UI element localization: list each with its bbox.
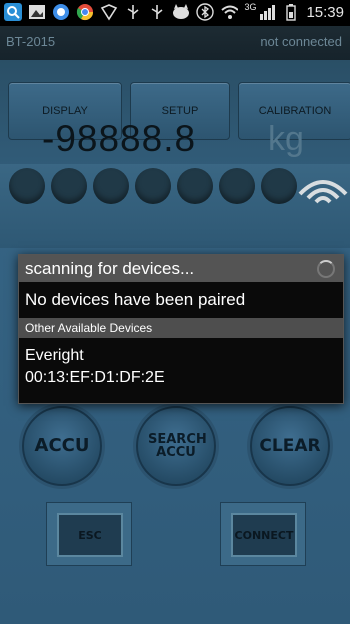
- connection-status: not connected: [260, 34, 342, 49]
- device-name: Everight: [25, 347, 84, 364]
- wireless-signal-icon: [296, 168, 350, 213]
- led-indicator: [51, 168, 87, 204]
- notification-icons: [4, 3, 214, 21]
- status-right: 3G 15:39: [220, 2, 344, 21]
- bluetooth-icon: [196, 3, 214, 21]
- accu-label: ACCU: [34, 435, 90, 456]
- clock: 15:39: [306, 3, 344, 21]
- gallery-icon: [28, 3, 46, 21]
- connect-button[interactable]: CONNECT: [231, 513, 297, 557]
- cat-icon: [172, 3, 190, 21]
- usb-icon: [124, 3, 142, 21]
- vpn-shield-icon: [100, 3, 118, 21]
- section-header-text: Other Available Devices: [25, 321, 153, 335]
- led-indicator: [135, 168, 171, 204]
- screen: 3G 15:39 BT-2015 not connected DISPLAY S…: [0, 0, 350, 624]
- network-type: 3G: [244, 2, 257, 12]
- clear-label: CLEAR: [259, 435, 321, 456]
- chrome-icon: [76, 3, 94, 21]
- search-accu-button[interactable]: SEARCH ACCU: [136, 406, 216, 486]
- usb-icon: [148, 3, 166, 21]
- loading-spinner-icon: [317, 260, 335, 278]
- led-indicator: [219, 168, 255, 204]
- led-indicator: [177, 168, 213, 204]
- led-indicators: [9, 168, 297, 204]
- paired-devices-message: No devices have been paired: [19, 282, 343, 318]
- wifi-icon: [220, 3, 239, 21]
- battery-icon: [282, 3, 300, 21]
- available-devices-header: Other Available Devices: [19, 318, 343, 338]
- weight-unit: kg: [268, 120, 304, 158]
- device-address: 00:13:EF:D1:DF:2E: [25, 369, 165, 386]
- device-list-item[interactable]: Everight 00:13:EF:D1:DF:2E: [19, 338, 343, 403]
- status-bar: 3G 15:39: [0, 0, 350, 26]
- accu-button[interactable]: ACCU: [22, 406, 102, 486]
- signal-icon: [258, 3, 276, 21]
- led-indicator: [9, 168, 45, 204]
- messenger-icon: [52, 3, 70, 21]
- weight-readout: -98888.8: [42, 118, 197, 159]
- clear-button[interactable]: CLEAR: [250, 406, 330, 486]
- search-accu-label: SEARCH ACCU: [148, 432, 207, 460]
- bluetooth-scan-dialog: scanning for devices... No devices have …: [18, 254, 344, 404]
- esc-button[interactable]: ESC: [57, 513, 123, 557]
- dialog-title-bar: scanning for devices...: [19, 255, 343, 282]
- app-title-bar: BT-2015 not connected: [0, 26, 350, 60]
- dialog-title: scanning for devices...: [25, 259, 195, 278]
- connect-button-frame: CONNECT: [220, 502, 306, 566]
- led-indicator: [93, 168, 129, 204]
- esc-button-frame: ESC: [46, 502, 132, 566]
- app-name: BT-2015: [6, 34, 56, 49]
- led-indicator: [261, 168, 297, 204]
- search-icon: [4, 3, 22, 21]
- paired-message-text: No devices have been paired: [25, 290, 246, 309]
